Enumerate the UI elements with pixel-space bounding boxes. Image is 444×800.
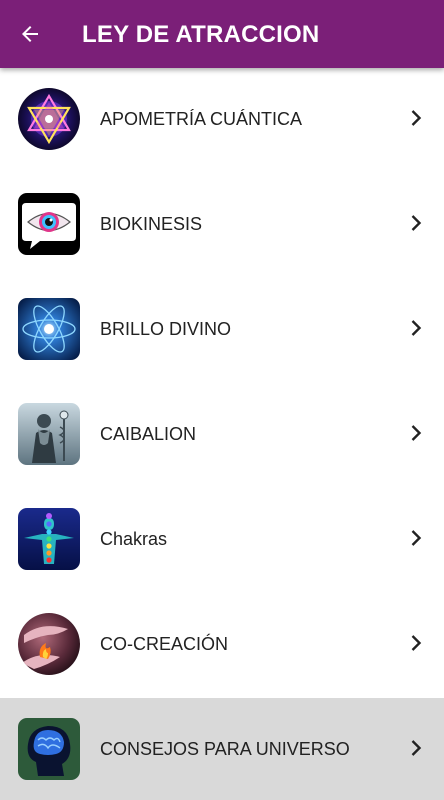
app-toolbar: LEY DE ATRACCION (0, 0, 444, 68)
topics-list: APOMETRÍA CUÁNTICA BIOKINESIS BRILLO DIV… (0, 68, 444, 800)
arrow-left-icon (22, 26, 38, 42)
chevron-right-icon (411, 740, 422, 756)
brain-icon (18, 718, 80, 780)
list-item-chakras[interactable]: Chakras (0, 488, 444, 593)
eye-icon (18, 193, 80, 255)
list-item-label: Chakras (100, 529, 168, 549)
chevron-right-icon (411, 635, 422, 651)
chevron-right-icon (411, 530, 422, 546)
list-item-apometria[interactable]: APOMETRÍA CUÁNTICA (0, 68, 444, 173)
atom-icon (18, 298, 80, 360)
list-item-brillo-divino[interactable]: BRILLO DIVINO (0, 278, 444, 383)
list-item-caibalion[interactable]: CAIBALION (0, 383, 444, 488)
list-item-consejos[interactable]: CONSEJOS PARA UNIVERSO (0, 698, 444, 800)
hermes-icon (18, 403, 80, 465)
list-item-co-creacion[interactable]: CO-CREACIÓN (0, 593, 444, 698)
chakras-icon (18, 508, 80, 570)
chevron-right-icon (411, 215, 422, 231)
list-item-label: APOMETRÍA CUÁNTICA (100, 109, 303, 129)
chevron-right-icon (411, 110, 422, 126)
page-title: LEY DE ATRACCION (82, 21, 320, 48)
cocreation-icon (18, 613, 80, 675)
list-item-label: BRILLO DIVINO (100, 319, 232, 339)
chevron-right-icon (411, 320, 422, 336)
list-item-label: CONSEJOS PARA UNIVERSO (100, 739, 350, 759)
back-button[interactable] (8, 12, 52, 56)
list-item-label: CAIBALION (100, 424, 197, 444)
chevron-right-icon (411, 425, 422, 441)
list-item-label: CO-CREACIÓN (100, 634, 229, 654)
merkaba-icon (18, 88, 80, 150)
list-item-label: BIOKINESIS (100, 214, 203, 234)
list-item-biokinesis[interactable]: BIOKINESIS (0, 173, 444, 278)
app-screen: LEY DE ATRACCION APOMETRÍA CUÁNTICA BIOK… (0, 0, 444, 800)
